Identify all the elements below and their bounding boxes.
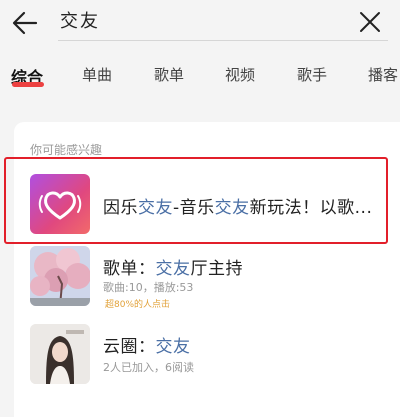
portrait-cover bbox=[30, 324, 90, 384]
item-title: 云圈：交友 bbox=[103, 332, 191, 357]
tab-bar: 综合 单曲 歌单 视频 歌手 播客 bbox=[0, 54, 400, 98]
circle-stats: 2人已加入，6阅读 bbox=[103, 361, 194, 374]
tab-videos[interactable]: 视频 bbox=[225, 64, 255, 85]
tab-podcasts[interactable]: 播客 bbox=[368, 64, 398, 85]
close-icon[interactable] bbox=[358, 10, 382, 34]
tab-songs[interactable]: 单曲 bbox=[82, 64, 112, 85]
playlist-stats: 歌曲:10，播放:53 bbox=[103, 281, 194, 294]
cherry-blossom-cover bbox=[30, 246, 90, 306]
list-item-circle[interactable]: 云圈：交友 2人已加入，6阅读 bbox=[0, 322, 400, 386]
search-underline bbox=[58, 40, 388, 41]
section-title: 你可能感兴趣 bbox=[30, 143, 103, 157]
search-input[interactable]: 交友 bbox=[60, 6, 360, 38]
search-bar: 交友 bbox=[0, 0, 400, 50]
back-arrow-icon[interactable] bbox=[10, 8, 40, 38]
list-item-playlist[interactable]: 歌单：交友厅主持 歌曲:10，播放:53 超80%的人点击 bbox=[0, 246, 400, 310]
title-text: 歌单： bbox=[103, 259, 156, 279]
title-keyword: 交友 bbox=[155, 337, 191, 357]
title-text: 厅主持 bbox=[190, 259, 243, 279]
title-keyword: 交友 bbox=[155, 259, 191, 279]
highlight-annotation-box bbox=[4, 157, 388, 244]
tab-playlists[interactable]: 歌单 bbox=[154, 64, 184, 85]
title-text: 云圈： bbox=[103, 337, 156, 357]
active-tab-indicator bbox=[12, 82, 44, 87]
item-title: 歌单：交友厅主持 bbox=[103, 254, 243, 279]
click-rate-tip: 超80%的人点击 bbox=[105, 300, 171, 310]
tab-artists[interactable]: 歌手 bbox=[297, 64, 327, 85]
